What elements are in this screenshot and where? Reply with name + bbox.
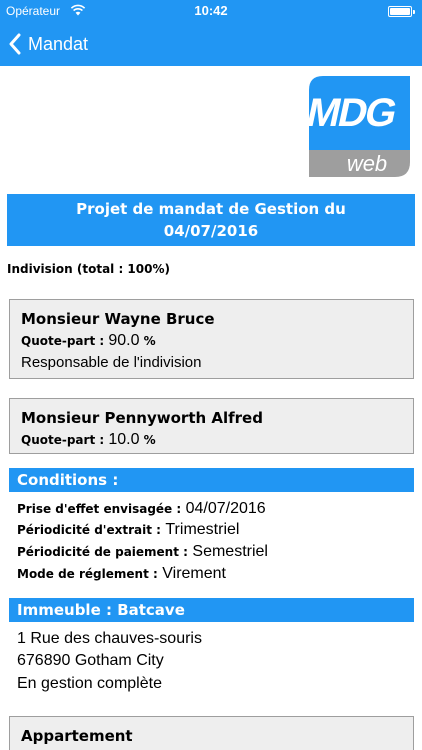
condition-label: Prise d'effet envisagée : — [17, 502, 182, 516]
owner-name: Monsieur Wayne Bruce — [21, 310, 215, 328]
building-address-line2: 676890 Gotham City — [17, 652, 164, 669]
logo-brand-text: MDG — [309, 89, 400, 134]
mandate-title-line1: Projet de mandat de Gestion du — [76, 200, 346, 218]
condition-value: 04/07/2016 — [185, 500, 266, 517]
condition-value: Trimestriel — [165, 521, 240, 538]
condition-field: Périodicité d'extrait : Trimestriel — [17, 520, 239, 540]
condition-label: Mode de réglement : — [17, 567, 158, 581]
owner-role: Responsable de l'indivision — [21, 354, 202, 371]
owner-card: Monsieur Wayne Bruce Quote-part : 90.0 %… — [9, 299, 414, 379]
condition-value: Virement — [162, 565, 226, 582]
owner-quote: Quote-part : 90.0 % — [21, 330, 402, 352]
logo-sub-text: web — [347, 151, 387, 176]
condition-value: Semestriel — [192, 543, 268, 560]
mandate-title-line2: 04/07/2016 — [163, 222, 259, 240]
condition-field: Prise d'effet envisagée : 04/07/2016 — [17, 499, 266, 519]
condition-field: Mode de réglement : Virement — [17, 564, 226, 584]
lot-card[interactable]: Appartement — [9, 716, 414, 750]
building-address-line1: 1 Rue des chauves-souris — [17, 630, 202, 647]
lot-title: Appartement — [21, 727, 133, 745]
building-status: En gestion complète — [17, 675, 162, 692]
quote-value: 90.0 — [108, 332, 140, 349]
owner-quote: Quote-part : 10.0 % — [21, 429, 402, 451]
quote-label: Quote-part : — [21, 334, 105, 348]
indivision-label: Indivision (total : 100%) — [7, 262, 170, 276]
chevron-left-icon — [9, 33, 21, 55]
mandate-title: Projet de mandat de Gestion du 04/07/201… — [7, 194, 415, 246]
status-bar: Opérateur 10:42 — [0, 0, 422, 22]
back-label: Mandat — [28, 33, 89, 54]
condition-field: Périodicité de paiement : Semestriel — [17, 542, 268, 562]
building-header: Immeuble : Batcave — [9, 598, 414, 622]
conditions-header: Conditions : — [9, 468, 414, 492]
quote-unit: % — [143, 433, 156, 447]
clock: 10:42 — [194, 3, 228, 18]
owner-name: Monsieur Pennyworth Alfred — [21, 409, 263, 427]
mdg-web-logo: MDG web — [309, 76, 410, 177]
battery-icon — [388, 6, 415, 17]
quote-label: Quote-part : — [21, 433, 105, 447]
quote-value: 10.0 — [108, 431, 140, 448]
navigation-bar: Mandat — [0, 22, 422, 66]
condition-label: Périodicité d'extrait : — [17, 523, 161, 537]
quote-unit: % — [143, 334, 156, 348]
back-button[interactable]: Mandat — [8, 22, 88, 66]
owner-card: Monsieur Pennyworth Alfred Quote-part : … — [9, 398, 414, 454]
condition-label: Périodicité de paiement : — [17, 545, 188, 559]
